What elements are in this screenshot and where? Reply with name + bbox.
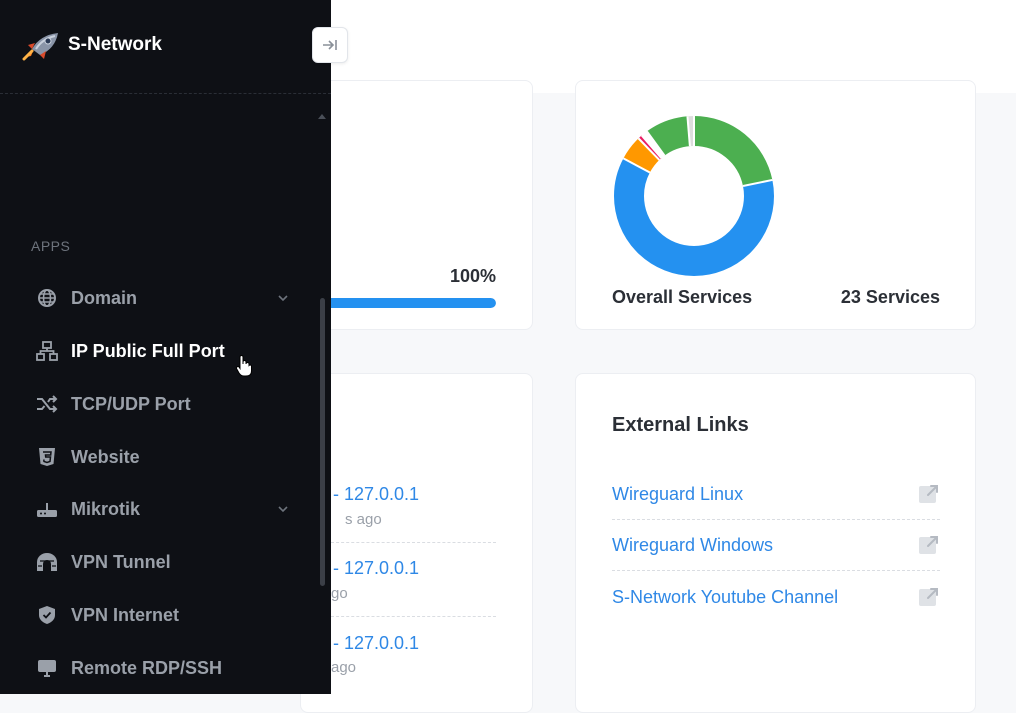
external-link-label[interactable]: S-Network Youtube Channel — [612, 587, 838, 608]
sidebar-item-label: Website — [71, 446, 140, 467]
external-link-label[interactable]: Wireguard Linux — [612, 484, 743, 505]
sidebar-item-label: Mikrotik — [71, 498, 141, 519]
progress-value: 100% — [449, 266, 496, 286]
sidebar-item-remote-rdp-ssh[interactable]: Remote RDP/SSH — [0, 646, 318, 690]
activity-ip[interactable]: - 127.0.0.1 — [333, 558, 419, 579]
sidebar-item-mikrotik[interactable]: Mikrotik — [0, 487, 318, 531]
section-label-apps: APPS — [31, 238, 71, 254]
scroll-up-arrow[interactable] — [318, 114, 326, 119]
sidebar-item-tcp-udp-port[interactable]: TCP/UDP Port — [0, 382, 318, 426]
rocket-icon — [22, 33, 58, 61]
sidebar-item-vpn-internet[interactable]: VPN Internet — [0, 593, 318, 637]
external-link-wireguard-windows[interactable]: Wireguard Windows — [612, 520, 940, 570]
shield-icon — [36, 604, 58, 626]
sidebar-item-label: VPN Internet — [71, 604, 180, 625]
globe-icon — [36, 287, 58, 309]
external-links-divider — [612, 570, 940, 571]
progress-card — [300, 80, 533, 330]
brand-name: S-Network — [68, 34, 162, 55]
arrow-right-icon — [323, 40, 337, 50]
services-count: 23 Services — [840, 287, 940, 307]
sidebar-item-label: Domain — [71, 287, 138, 308]
activity-time: s ago — [345, 511, 382, 528]
sidebar-item-domain[interactable]: Domain — [0, 276, 318, 320]
brand-divider — [0, 93, 331, 94]
network-icon — [36, 340, 58, 362]
external-link-icon[interactable] — [918, 534, 940, 556]
sidebar-item-label: IP Public Full Port — [71, 340, 225, 361]
sidebar: S-Network APPS Domain IP Public Full Por… — [0, 0, 331, 694]
activity-ip[interactable]: - 127.0.0.1 — [333, 633, 419, 654]
sidebar-item-ip-public-full-port[interactable]: IP Public Full Port — [0, 329, 318, 373]
tunnel-icon — [36, 551, 58, 573]
services-label: Overall Services — [612, 287, 753, 307]
activity-divider — [331, 542, 496, 543]
sidebar-item-label: Remote RDP/SSH — [71, 657, 223, 678]
external-link-wireguard-linux[interactable]: Wireguard Linux — [612, 469, 940, 519]
chevron-down-icon — [278, 506, 288, 513]
external-link-label[interactable]: Wireguard Windows — [612, 535, 773, 556]
sidebar-toggle-button[interactable] — [312, 27, 348, 63]
activity-time: ago — [331, 659, 357, 676]
activity-divider — [331, 616, 496, 617]
monitor-icon — [36, 657, 58, 679]
external-link-icon[interactable] — [918, 483, 940, 505]
external-link-youtube-channel[interactable]: S-Network Youtube Channel — [612, 572, 940, 622]
services-donut-chart — [614, 116, 774, 276]
external-links-title: External Links — [612, 414, 749, 436]
html5-icon — [36, 446, 58, 468]
hand-cursor-icon — [235, 355, 252, 377]
activity-ip[interactable]: - 127.0.0.1 — [333, 484, 419, 505]
router-icon — [36, 498, 58, 520]
shuffle-icon — [36, 393, 58, 415]
sidebar-item-label: TCP/UDP Port — [71, 393, 191, 414]
external-link-icon[interactable] — [918, 586, 940, 608]
chevron-down-icon — [278, 295, 288, 302]
activity-time: go — [331, 585, 348, 602]
sidebar-scrollbar[interactable] — [320, 298, 325, 586]
sidebar-item-website[interactable]: Website — [0, 435, 318, 479]
sidebar-item-vpn-tunnel[interactable]: VPN Tunnel — [0, 540, 318, 584]
sidebar-item-label: VPN Tunnel — [71, 551, 171, 572]
brand-logo[interactable]: S-Network — [22, 28, 162, 62]
